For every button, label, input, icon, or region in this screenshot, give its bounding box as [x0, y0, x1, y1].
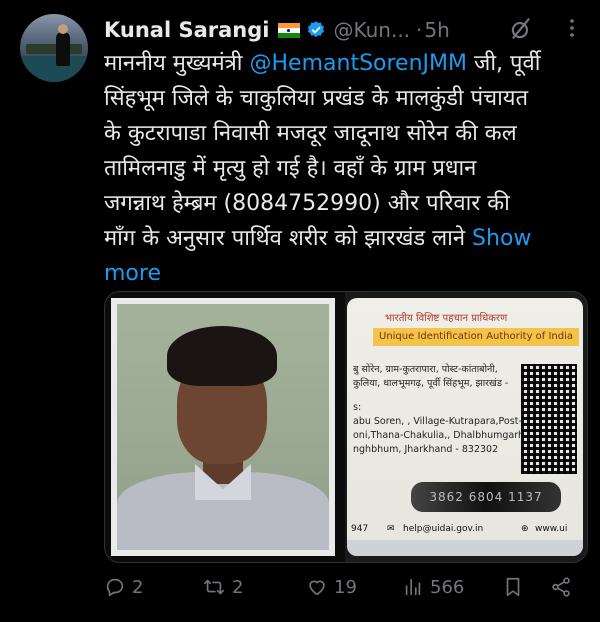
avatar-person — [56, 32, 70, 66]
india-flag-icon — [277, 22, 300, 38]
photo-hair — [167, 326, 277, 386]
repost-button[interactable]: 2 — [202, 576, 243, 598]
bookmark-button[interactable] — [502, 576, 530, 598]
avatar-head — [58, 24, 68, 34]
tweet-header: Kunal Sarangi @Kun... · 5h — [104, 14, 450, 46]
like-button[interactable]: 19 — [306, 576, 357, 598]
tweet-time[interactable]: 5h — [424, 18, 449, 42]
separator-dot: · — [416, 18, 423, 42]
author-handle[interactable]: @Kun... — [334, 18, 411, 42]
tweet-text: माननीय मुख्यमंत्री @HemantSorenJMM जी, प… — [104, 46, 584, 291]
card-address-line: s: — [353, 402, 362, 413]
author-name[interactable]: Kunal Sarangi — [104, 18, 270, 42]
repost-count: 2 — [232, 576, 244, 598]
card-authority: Unique Identification Authority of India — [373, 328, 579, 346]
aadhaar-card: भारतीय विशिष्ट पहचान प्राधिकरण Unique Id… — [347, 298, 583, 556]
card-bottom-strip — [347, 540, 583, 556]
views-count: 566 — [430, 576, 465, 598]
mail-icon: ✉ — [387, 524, 395, 534]
reply-icon — [106, 578, 124, 597]
card-number: 3862 6804 1137 — [411, 482, 561, 512]
tweet-media[interactable]: भारतीय विशिष्ट पहचान प्राधिकरण Unique Id… — [104, 291, 588, 563]
card-address-line: abu Soren, , Village-Kutrapara,Post- — [353, 416, 522, 427]
text-line: तामिलनाडु में मृत्यु हो गई है। वहाँ के ग… — [104, 156, 477, 181]
card-footer-web: www.ui — [535, 524, 568, 534]
card-address-line: कुलिया, धालभूमगढ़, पूर्वी सिंहभूम, झारखं… — [353, 378, 509, 389]
qr-code — [521, 364, 577, 474]
card-footer-email: help@uidai.gov.in — [403, 524, 484, 534]
person-photo[interactable] — [111, 298, 335, 556]
grok-icon[interactable] — [508, 16, 534, 46]
reply-button[interactable]: 2 — [104, 576, 143, 598]
bookmark-icon — [506, 577, 520, 597]
mention-link[interactable]: @HemantSorenJMM — [250, 51, 467, 76]
person-photo-image — [117, 304, 329, 550]
reply-count: 2 — [132, 576, 144, 598]
share-button[interactable] — [550, 576, 578, 598]
card-address-line: बु सोरेन, ग्राम-कुतरापारा, पोस्ट-कांताबो… — [353, 364, 498, 375]
heart-icon — [309, 580, 325, 596]
views-icon — [405, 578, 421, 596]
verified-badge-icon — [306, 20, 326, 40]
text-line: माननीय मुख्यमंत्री @HemantSorenJMM जी, प… — [104, 51, 541, 76]
card-address-line: nghbhum, Jharkhand - 832302 — [353, 444, 499, 455]
text-line: के कुटरापाडा निवासी मजदूर जादूनाथ सोरेन … — [104, 121, 517, 146]
author-avatar[interactable] — [20, 14, 88, 82]
share-icon — [552, 577, 570, 597]
repost-icon — [204, 579, 224, 595]
text-line: जगन्नाथ हेम्ब्रम (8084752990) और परिवार … — [104, 191, 510, 216]
text-line: सिंहभूम जिले के चाकुलिया प्रखंड के मालकु… — [104, 86, 529, 111]
text-line: माँग के अनुसार पार्थिव शरीर को झारखंड ला… — [104, 226, 532, 286]
more-options-icon[interactable] — [560, 16, 584, 44]
card-footer-left: 947 — [351, 524, 369, 534]
card-hindi-header: भारतीय विशिष्ट पहचान प्राधिकरण — [385, 313, 508, 324]
card-footer: 947 ✉ help@uidai.gov.in ⊕ www.ui — [347, 520, 583, 540]
like-count: 19 — [334, 576, 357, 598]
avatar-boat — [26, 44, 82, 54]
views-button[interactable]: 566 — [402, 576, 464, 598]
id-card-photo[interactable]: भारतीय विशिष्ट पहचान प्राधिकरण Unique Id… — [345, 292, 587, 562]
tweet-actions: 2 2 19 566 — [104, 576, 584, 610]
avatar-water — [20, 56, 88, 82]
card-address-line: oni,Thana-Chakulia,, Dhalbhumgarh, — [353, 430, 528, 441]
globe-icon: ⊕ — [521, 524, 529, 534]
